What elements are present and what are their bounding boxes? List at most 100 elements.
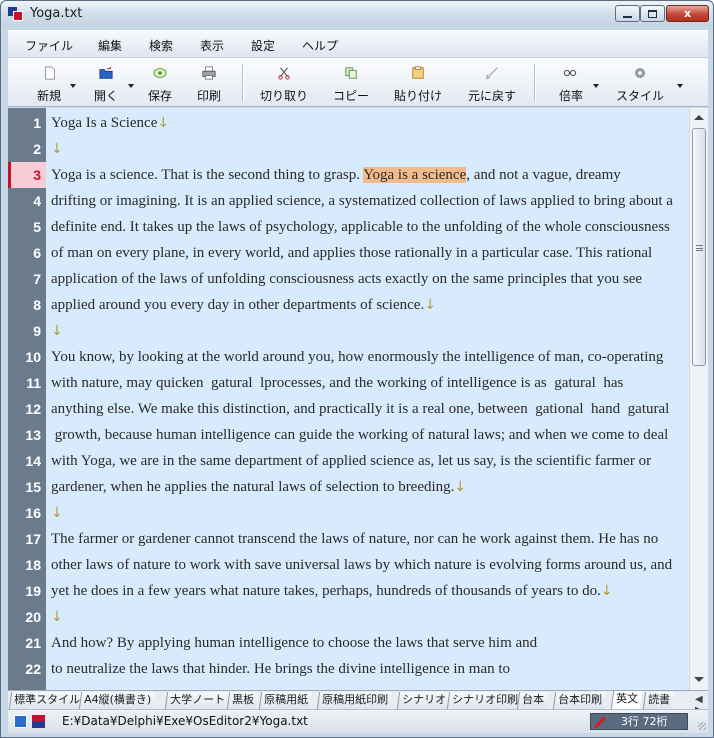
text-line[interactable]: applied around you every day in other de… — [51, 292, 436, 318]
tab-scroll-nav[interactable]: ◀ ▶ — [695, 694, 708, 709]
text-line[interactable]: yet he does in a few years what nature t… — [51, 578, 613, 604]
line-number: 11 — [26, 375, 41, 391]
style-tab-label: 大学ノート — [170, 693, 226, 706]
style-tab[interactable]: 原稿用紙印刷 — [316, 692, 393, 709]
zoom-button[interactable]: 倍率 — [554, 64, 600, 104]
line-text: The farmer or gardener cannot transcend … — [51, 531, 659, 547]
pen-icon — [593, 716, 606, 729]
style-tab[interactable]: 黒板 — [226, 692, 259, 709]
text-line[interactable]: ↓ — [51, 500, 63, 526]
line-text: yet he does in a few years what nature t… — [51, 583, 601, 599]
scroll-down-icon[interactable] — [694, 677, 704, 682]
text-line[interactable]: definite end. It takes up the laws of ps… — [51, 214, 670, 240]
text-line[interactable]: ↓ — [51, 136, 63, 162]
line-break-mark-icon: ↓ — [454, 479, 467, 495]
text-line[interactable]: drifting or imagining. It is an applied … — [51, 188, 673, 214]
scrollbar-thumb[interactable] — [692, 128, 706, 366]
text-line[interactable]: with nature, may quicken gatural lproces… — [51, 370, 623, 396]
new-button[interactable]: 新規 — [32, 64, 76, 104]
copy-button[interactable]: コピー — [330, 64, 372, 104]
style-tab-label: 原稿用紙印刷 — [322, 693, 389, 706]
line-text: to neutralize the laws that hinder. He b… — [51, 661, 511, 677]
line-text: anything else. We make this distinction,… — [51, 401, 670, 417]
chevron-down-icon[interactable] — [70, 84, 76, 88]
print-button[interactable]: 印刷 — [195, 64, 225, 104]
printer-icon — [202, 66, 216, 80]
text-line[interactable]: ↓ — [51, 318, 63, 344]
style-tab[interactable]: シナリオ印刷 — [446, 692, 523, 709]
menu-search[interactable]: 検索 — [149, 37, 173, 54]
resize-grip[interactable] — [698, 722, 706, 730]
title-bar[interactable]: Yoga.txt x — [1, 1, 713, 27]
cut-button[interactable]: 切り取り — [258, 64, 310, 104]
chevron-down-icon[interactable] — [593, 84, 599, 88]
open-button[interactable]: 開く — [90, 64, 134, 104]
paste-button[interactable]: 貼り付け — [392, 64, 444, 104]
text-line[interactable]: Yoga is a science. That is the second th… — [51, 162, 621, 188]
text-line[interactable]: gardener, when he applies the natural la… — [51, 474, 466, 500]
text-line[interactable]: And how? By applying human intelligence … — [51, 630, 537, 656]
style-button[interactable]: スタイル — [614, 64, 686, 104]
style-tab[interactable]: 原稿用紙 — [258, 692, 313, 709]
line-text: application of the laws of unfolding con… — [51, 271, 643, 287]
text-line[interactable]: with Yoga, we are in the same department… — [51, 448, 651, 474]
menu-settings[interactable]: 設定 — [251, 37, 275, 54]
file-path: E:¥Data¥Delphi¥Exe¥OsEditor2¥Yoga.txt — [62, 714, 308, 728]
style-tab[interactable]: 台本 — [516, 692, 549, 709]
encoding-icon[interactable] — [32, 715, 45, 728]
app-icon[interactable] — [8, 7, 24, 21]
line-number: 9 — [33, 323, 41, 339]
text-line[interactable]: to neutralize the laws that hinder. He b… — [51, 656, 510, 682]
line-text-after-selection: , and not a vague, dreamy — [466, 167, 621, 183]
style-tab[interactable]: 読書 — [642, 692, 675, 709]
menu-help[interactable]: ヘルプ — [302, 37, 338, 54]
style-tab-label: 黒板 — [232, 693, 255, 706]
text-line[interactable]: ↓ — [51, 604, 63, 630]
style-tab[interactable]: A4縦(横書き) — [78, 692, 156, 709]
text-line[interactable]: of man on every plane, in every world, a… — [51, 240, 652, 266]
save-button[interactable]: 保存 — [146, 64, 176, 104]
text-line[interactable]: anything else. We make this distinction,… — [51, 396, 669, 422]
undo-button[interactable]: 元に戻す — [464, 64, 520, 104]
style-tab-label: 台本 — [522, 693, 545, 706]
glasses-icon — [563, 69, 577, 77]
menu-file[interactable]: ファイル — [25, 37, 73, 54]
style-tab-label: 英文 — [616, 692, 639, 705]
line-break-mark-icon: ↓ — [51, 609, 63, 625]
style-tab[interactable]: シナリオ — [396, 692, 451, 709]
text-line[interactable]: growth, because human intelligence can g… — [51, 422, 669, 448]
undo-icon — [485, 67, 498, 80]
style-tab[interactable]: 台本印刷 — [552, 692, 607, 709]
style-tabs: ◀ ▶ 標準スタイルA4縦(横書き) 大学ノート黒板原稿用紙原稿用紙印刷シナリオシ… — [8, 690, 708, 709]
line-number: 22 — [25, 661, 41, 677]
menu-view[interactable]: 表示 — [200, 37, 224, 54]
style-tab[interactable]: 大学ノート — [164, 692, 230, 709]
style-label: スタイル — [616, 89, 665, 103]
menu-edit[interactable]: 編集 — [98, 37, 122, 54]
close-button[interactable]: x — [666, 5, 709, 22]
text-line[interactable]: The farmer or gardener cannot transcend … — [51, 526, 658, 552]
scroll-up-icon[interactable] — [694, 115, 704, 120]
line-text: You know, by looking at the world around… — [51, 349, 664, 365]
text-line[interactable]: application of the laws of unfolding con… — [51, 266, 642, 292]
text-line[interactable]: You know, by looking at the world around… — [51, 344, 663, 370]
maximize-button[interactable] — [640, 5, 665, 22]
gear-icon — [635, 68, 645, 78]
menu-bar: ファイル 編集 検索 表示 設定 ヘルプ — [8, 30, 708, 57]
copy-label: コピー — [333, 89, 370, 103]
line-number: 15 — [25, 479, 41, 495]
style-tab[interactable]: 標準スタイル — [8, 692, 85, 709]
style-tab[interactable]: 英文 — [610, 691, 643, 709]
minimize-button[interactable] — [615, 5, 640, 22]
text-line[interactable]: other laws of nature to work with save u… — [51, 552, 672, 578]
line-text: applied around you every day in other de… — [51, 297, 425, 313]
vertical-scrollbar[interactable] — [689, 108, 708, 690]
text-line[interactable]: Yoga Is a Science↓ — [51, 110, 169, 136]
chevron-down-icon[interactable] — [677, 84, 683, 88]
line-number: 5 — [33, 219, 41, 235]
edit-mode-icon[interactable] — [14, 715, 27, 728]
text-editor[interactable]: 1 2 3 4 5 6 7 8 9 10 11 12 13 14 15 16 17 18 19 20 21 22 Yoga… — [8, 108, 689, 690]
line-number: 18 — [25, 557, 41, 573]
chevron-down-icon[interactable] — [128, 84, 134, 88]
selected-text[interactable]: Yoga is a science — [363, 167, 467, 183]
